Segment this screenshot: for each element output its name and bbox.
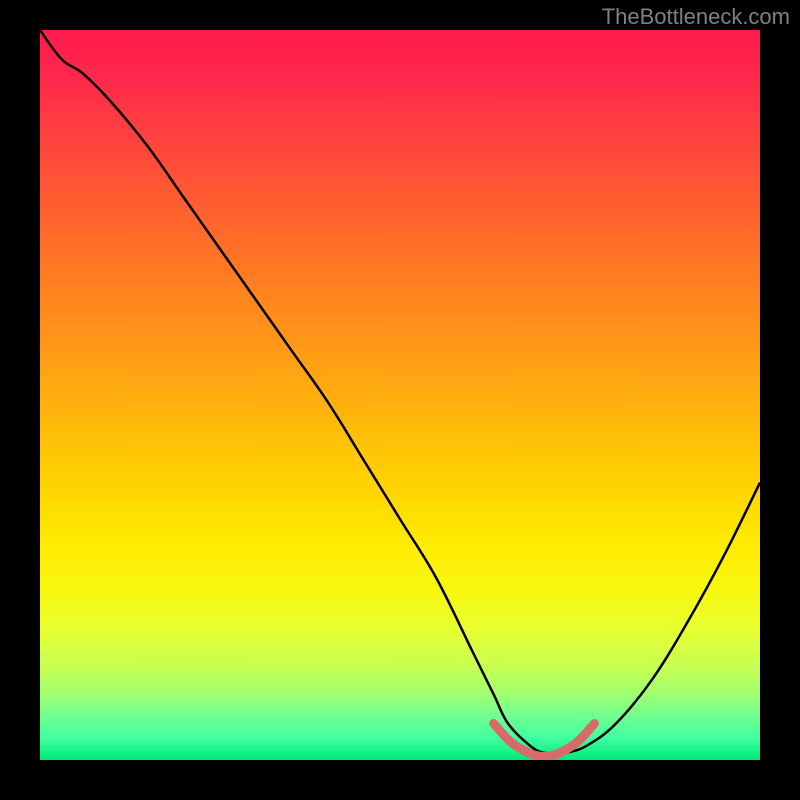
bottleneck-curve-path bbox=[40, 30, 760, 754]
optimal-highlight-path bbox=[494, 724, 595, 757]
chart-plot-area bbox=[40, 30, 760, 760]
chart-svg bbox=[40, 30, 760, 760]
watermark-text: TheBottleneck.com bbox=[602, 4, 790, 30]
